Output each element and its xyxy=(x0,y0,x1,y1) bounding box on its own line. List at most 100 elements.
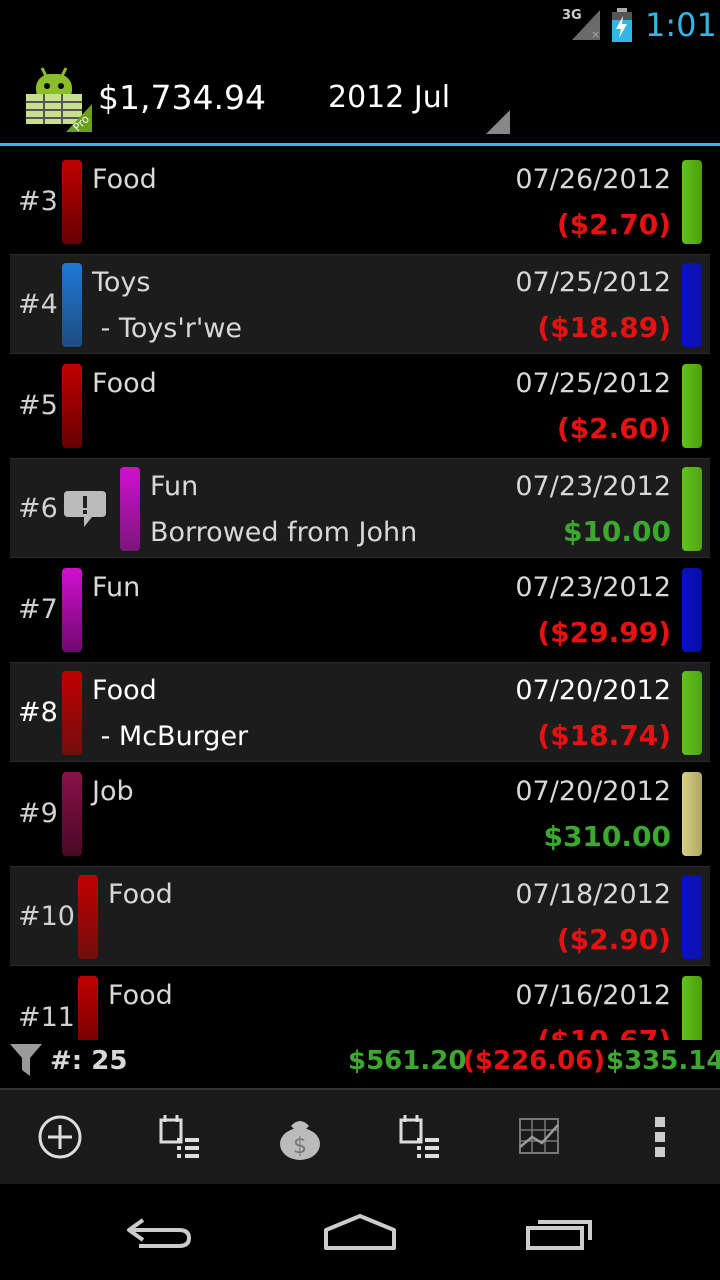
add-icon xyxy=(38,1115,82,1159)
account-color-bar xyxy=(682,671,702,755)
category-color-bar xyxy=(62,160,82,244)
system-nav-bar xyxy=(0,1184,720,1280)
transaction-row[interactable]: #5 Food 07/25/2012 ($2.60) xyxy=(0,356,720,456)
battery-icon xyxy=(612,8,632,42)
account-color-bar xyxy=(682,160,702,244)
category-label: Food xyxy=(92,675,157,706)
transaction-row[interactable]: #6 Fun Borrowed from John 07/23/2012 $10.00 xyxy=(10,458,710,558)
transaction-date: 07/18/2012 xyxy=(515,879,671,910)
transaction-row[interactable]: #4 Toys - Toys'r'we 07/25/2012 ($18.89) xyxy=(10,254,710,354)
category-color-bar xyxy=(62,772,82,856)
category-label: Food xyxy=(92,368,157,399)
dropdown-arrow-icon[interactable] xyxy=(486,110,510,134)
category-color-bar xyxy=(62,568,82,652)
calendar-list-icon xyxy=(159,1115,199,1158)
overflow-menu-button[interactable] xyxy=(600,1090,720,1184)
transaction-date: 07/20/2012 xyxy=(515,776,671,807)
header-divider xyxy=(0,143,720,146)
category-color-bar xyxy=(78,976,98,1040)
transaction-number: #6 xyxy=(18,493,58,524)
account-color-bar xyxy=(682,875,702,959)
chart-icon xyxy=(519,1118,559,1154)
recent-apps-icon xyxy=(526,1220,592,1250)
category-color-bar xyxy=(78,875,98,959)
app-logo-icon[interactable]: Pro xyxy=(22,64,92,132)
transaction-number: #4 xyxy=(18,289,58,320)
account-color-bar xyxy=(682,263,702,347)
expense-total: ($226.06) xyxy=(463,1046,606,1076)
category-color-bar xyxy=(62,671,82,755)
month-selector[interactable]: 2012 Jul xyxy=(328,80,450,115)
add-button[interactable] xyxy=(0,1090,120,1184)
transaction-number: #11 xyxy=(18,1002,75,1033)
transaction-amount: ($10.67) xyxy=(537,1024,671,1040)
account-color-bar xyxy=(682,364,702,448)
transaction-row[interactable]: #3 Food 07/26/2012 ($2.70) xyxy=(0,152,720,252)
transaction-number: #3 xyxy=(18,186,58,217)
transaction-date: 07/20/2012 xyxy=(515,675,671,706)
home-button[interactable] xyxy=(280,1184,440,1280)
category-color-bar xyxy=(62,263,82,347)
income-total: $561.20 xyxy=(348,1046,467,1076)
transaction-row[interactable]: #7 Fun 07/23/2012 ($29.99) xyxy=(0,560,720,660)
transaction-amount: ($2.70) xyxy=(556,208,671,241)
transaction-number: #10 xyxy=(18,901,75,932)
category-color-bar xyxy=(62,364,82,448)
category-label: Food xyxy=(92,164,157,195)
transaction-number: #7 xyxy=(18,594,58,625)
transaction-amount: $10.00 xyxy=(562,515,671,548)
transaction-number: #9 xyxy=(18,798,58,829)
svg-text:$: $ xyxy=(293,1134,307,1159)
action-bar: $ xyxy=(0,1090,720,1184)
transaction-note: - McBurger xyxy=(92,721,249,752)
transaction-date: 07/23/2012 xyxy=(515,471,671,502)
chart-button[interactable] xyxy=(480,1090,600,1184)
home-icon xyxy=(324,1214,396,1250)
transaction-amount: ($2.90) xyxy=(556,923,671,956)
transaction-amount: $310.00 xyxy=(543,820,671,853)
svg-text:×: × xyxy=(591,28,600,40)
account-color-bar xyxy=(682,976,702,1040)
transaction-date: 07/26/2012 xyxy=(515,164,671,195)
clock: 1:01 xyxy=(645,6,717,44)
transaction-date: 07/16/2012 xyxy=(515,980,671,1011)
transaction-date: 07/25/2012 xyxy=(515,267,671,298)
status-bar: 3G × 1:01 xyxy=(0,0,720,50)
money-bag-icon: $ xyxy=(280,1121,320,1160)
budget-button[interactable]: $ xyxy=(240,1090,360,1184)
schedule-list-button[interactable] xyxy=(120,1090,240,1184)
filter-icon[interactable] xyxy=(10,1042,44,1078)
note-comment-icon xyxy=(64,491,106,527)
transaction-note: - Toys'r'we xyxy=(92,313,243,344)
transaction-row[interactable]: #11 Food 07/16/2012 ($10.67) xyxy=(0,968,720,1040)
back-icon xyxy=(127,1218,192,1248)
transaction-row[interactable]: #8 Food - McBurger 07/20/2012 ($18.74) xyxy=(10,662,710,762)
recent-apps-button[interactable] xyxy=(480,1184,640,1280)
calendar-list-icon xyxy=(399,1115,439,1158)
category-label: Fun xyxy=(92,572,141,603)
transaction-row[interactable]: #9 Job 07/20/2012 $310.00 xyxy=(0,764,720,864)
transaction-count: #: 25 xyxy=(50,1046,128,1076)
back-button[interactable] xyxy=(80,1184,240,1280)
recurring-list-button[interactable] xyxy=(360,1090,480,1184)
category-label: Toys xyxy=(92,267,151,298)
summary-footer: #: 25 $561.20 ($226.06) $335.14 xyxy=(0,1040,720,1088)
transaction-number: #5 xyxy=(18,390,58,421)
category-label: Food xyxy=(108,980,173,1011)
account-color-bar xyxy=(682,467,702,551)
transaction-number: #8 xyxy=(18,697,58,728)
transaction-amount: ($2.60) xyxy=(556,412,671,445)
account-color-bar xyxy=(682,568,702,652)
account-color-bar xyxy=(682,772,702,856)
transaction-amount: ($18.89) xyxy=(537,311,671,344)
transaction-date: 07/25/2012 xyxy=(515,368,671,399)
transaction-date: 07/23/2012 xyxy=(515,572,671,603)
transaction-list[interactable]: #3 Food 07/26/2012 ($2.70) #4 Toys - Toys'r'w… xyxy=(0,152,720,1040)
net-total: $335.14 xyxy=(606,1046,720,1076)
overflow-menu-icon xyxy=(655,1117,665,1157)
signal-icon: × xyxy=(572,10,600,40)
category-label: Job xyxy=(92,776,134,807)
transaction-row[interactable]: #10 Food 07/18/2012 ($2.90) xyxy=(10,866,710,966)
category-color-bar xyxy=(120,467,140,551)
transaction-note: Borrowed from John xyxy=(150,517,418,548)
